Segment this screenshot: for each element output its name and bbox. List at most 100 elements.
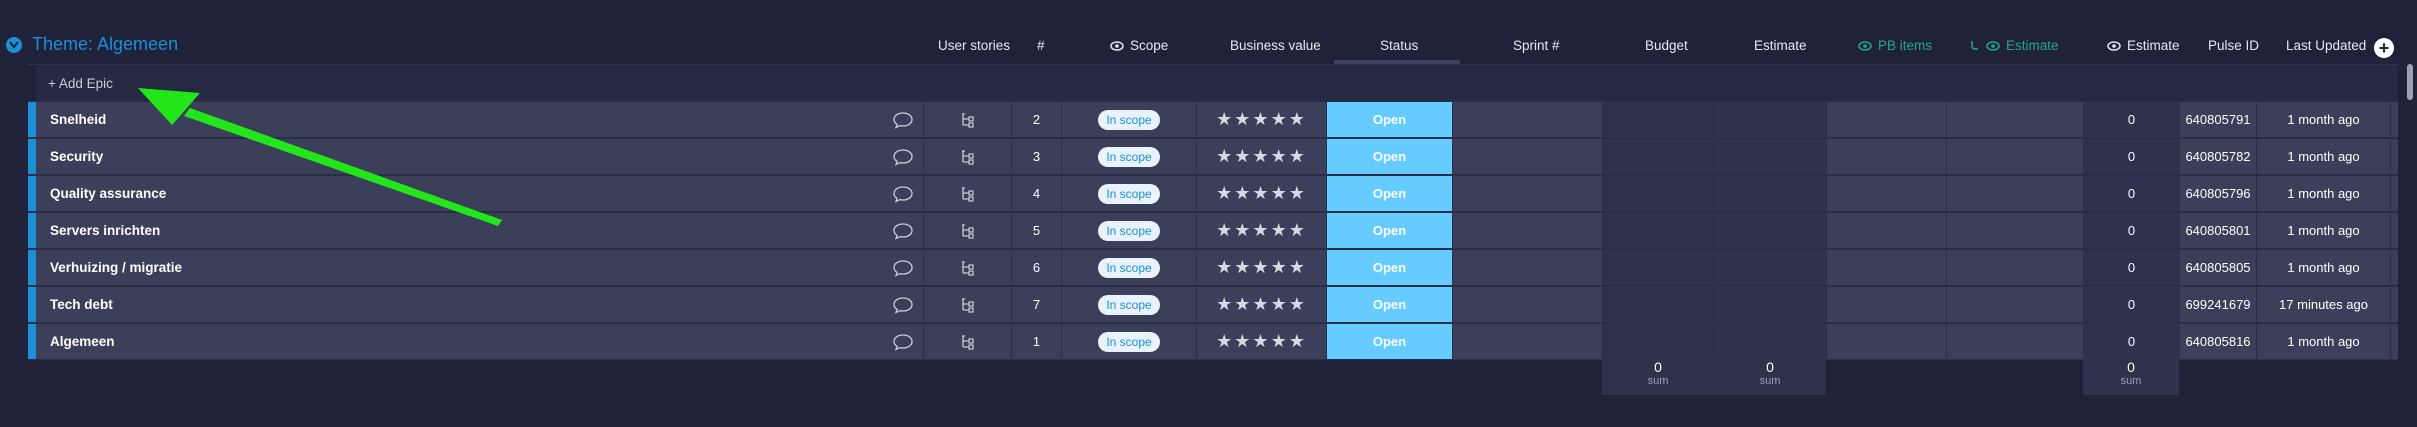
status-cell[interactable]: Open [1326, 102, 1452, 137]
business-value-rating[interactable]: ★★★★★ [1196, 102, 1326, 137]
table-row[interactable]: Verhuizing / migratie 6 In scope ★★★★★ O… [28, 249, 2398, 286]
estimate-cell[interactable] [1714, 250, 1826, 285]
scope-badge[interactable]: In scope [1098, 331, 1160, 352]
estimate-cell[interactable] [1714, 287, 1826, 322]
col-header-pulse-id[interactable]: Pulse ID [2208, 38, 2259, 53]
status-cell[interactable]: Open [1326, 287, 1452, 322]
table-body: Snelheid 2 In scope ★★★★★ Open 0 6408057… [28, 101, 2398, 360]
status-cell[interactable]: Open [1326, 250, 1452, 285]
budget-cell[interactable] [1602, 250, 1714, 285]
budget-cell[interactable] [1602, 139, 1714, 174]
scope-cell[interactable]: In scope [1061, 139, 1196, 174]
col-header-user-stories[interactable]: User stories [938, 38, 1010, 53]
estimate-cell[interactable] [1714, 102, 1826, 137]
sprint-cell[interactable] [1452, 139, 1602, 174]
epic-name[interactable]: Verhuizing / migratie [50, 250, 550, 285]
scope-cell[interactable]: In scope [1061, 176, 1196, 211]
subitems-button[interactable] [923, 324, 1011, 359]
business-value-rating[interactable]: ★★★★★ [1196, 324, 1326, 359]
scope-badge[interactable]: In scope [1098, 146, 1160, 167]
subitems-button[interactable] [923, 287, 1011, 322]
subitems-button[interactable] [923, 176, 1011, 211]
table-row[interactable]: Security 3 In scope ★★★★★ Open 0 6408057… [28, 138, 2398, 175]
subitems-button[interactable] [923, 250, 1011, 285]
budget-cell[interactable] [1602, 213, 1714, 248]
business-value-rating[interactable]: ★★★★★ [1196, 213, 1326, 248]
business-value-rating[interactable]: ★★★★★ [1196, 176, 1326, 211]
estimate-sum-value: 0 [1766, 359, 1774, 375]
vertical-scrollbar[interactable] [2407, 64, 2413, 100]
scope-badge[interactable]: In scope [1098, 257, 1160, 278]
sprint-cell[interactable] [1452, 287, 1602, 322]
col-header-estimate[interactable]: Estimate [1754, 38, 1807, 53]
scope-cell[interactable]: In scope [1061, 102, 1196, 137]
sprint-cell[interactable] [1452, 213, 1602, 248]
sprint-cell[interactable] [1452, 324, 1602, 359]
updates-button[interactable] [883, 213, 923, 248]
status-cell[interactable]: Open [1326, 176, 1452, 211]
group-collapse-toggle[interactable] [6, 37, 22, 53]
business-value-rating[interactable]: ★★★★★ [1196, 139, 1326, 174]
epic-name[interactable]: Security [50, 139, 550, 174]
updates-button[interactable] [883, 102, 923, 137]
col-header-estimate-mirror[interactable]: Estimate [1970, 38, 2059, 53]
status-cell[interactable]: Open [1326, 139, 1452, 174]
scope-badge[interactable]: In scope [1098, 183, 1160, 204]
scope-badge[interactable]: In scope [1098, 294, 1160, 315]
subitems-icon [961, 297, 974, 313]
add-epic-input[interactable] [46, 71, 450, 95]
budget-cell[interactable] [1602, 287, 1714, 322]
scope-badge[interactable]: In scope [1098, 109, 1160, 130]
epic-name[interactable]: Algemeen [50, 324, 550, 359]
epic-number: 3 [1011, 139, 1061, 174]
epic-name[interactable]: Servers inrichten [50, 213, 550, 248]
table-row[interactable]: Tech debt 7 In scope ★★★★★ Open 0 699241… [28, 286, 2398, 323]
estimate-count-sum: 0 sum [2083, 353, 2179, 395]
col-header-business-value[interactable]: Business value [1230, 38, 1321, 53]
updates-button[interactable] [883, 176, 923, 211]
updates-button[interactable] [883, 324, 923, 359]
estimate-cell[interactable] [1714, 176, 1826, 211]
col-header-scope[interactable]: Scope [1110, 38, 1168, 53]
scope-badge[interactable]: In scope [1098, 220, 1160, 241]
estimate-cell[interactable] [1714, 139, 1826, 174]
subitems-button[interactable] [923, 139, 1011, 174]
epic-name[interactable]: Snelheid [50, 102, 550, 137]
budget-cell[interactable] [1602, 176, 1714, 211]
table-row[interactable]: Snelheid 2 In scope ★★★★★ Open 0 6408057… [28, 101, 2398, 138]
table-row[interactable]: Algemeen 1 In scope ★★★★★ Open 0 6408058… [28, 323, 2398, 360]
scope-cell[interactable]: In scope [1061, 324, 1196, 359]
col-header-budget[interactable]: Budget [1645, 38, 1688, 53]
updates-button[interactable] [883, 139, 923, 174]
col-header-number[interactable]: # [1037, 38, 1045, 53]
col-header-status[interactable]: Status [1380, 38, 1418, 53]
col-header-estimate-count[interactable]: Estimate [2107, 38, 2180, 53]
status-cell[interactable]: Open [1326, 213, 1452, 248]
table-row[interactable]: Quality assurance 4 In scope ★★★★★ Open … [28, 175, 2398, 212]
epic-name[interactable]: Tech debt [50, 287, 550, 322]
group-title[interactable]: Theme: Algemeen [32, 34, 178, 55]
epic-name[interactable]: Quality assurance [50, 176, 550, 211]
scope-cell[interactable]: In scope [1061, 213, 1196, 248]
sprint-cell[interactable] [1452, 250, 1602, 285]
col-header-last-updated[interactable]: Last Updated [2286, 38, 2366, 53]
subitems-button[interactable] [923, 213, 1011, 248]
scope-cell[interactable]: In scope [1061, 250, 1196, 285]
add-column-button[interactable]: + [2374, 38, 2394, 58]
col-header-sprint[interactable]: Sprint # [1513, 38, 1560, 53]
updates-button[interactable] [883, 250, 923, 285]
estimate-cell[interactable] [1714, 213, 1826, 248]
subitems-button[interactable] [923, 102, 1011, 137]
table-row[interactable]: Servers inrichten 5 In scope ★★★★★ Open … [28, 212, 2398, 249]
scope-cell[interactable]: In scope [1061, 287, 1196, 322]
sprint-cell[interactable] [1452, 102, 1602, 137]
status-cell[interactable]: Open [1326, 324, 1452, 359]
sprint-cell[interactable] [1452, 176, 1602, 211]
updates-button[interactable] [883, 287, 923, 322]
col-header-pb-items[interactable]: PB items [1858, 38, 1932, 53]
pb-items-cell [1826, 250, 1946, 285]
chat-bubble-icon [893, 296, 913, 314]
business-value-rating[interactable]: ★★★★★ [1196, 250, 1326, 285]
budget-cell[interactable] [1602, 102, 1714, 137]
business-value-rating[interactable]: ★★★★★ [1196, 287, 1326, 322]
